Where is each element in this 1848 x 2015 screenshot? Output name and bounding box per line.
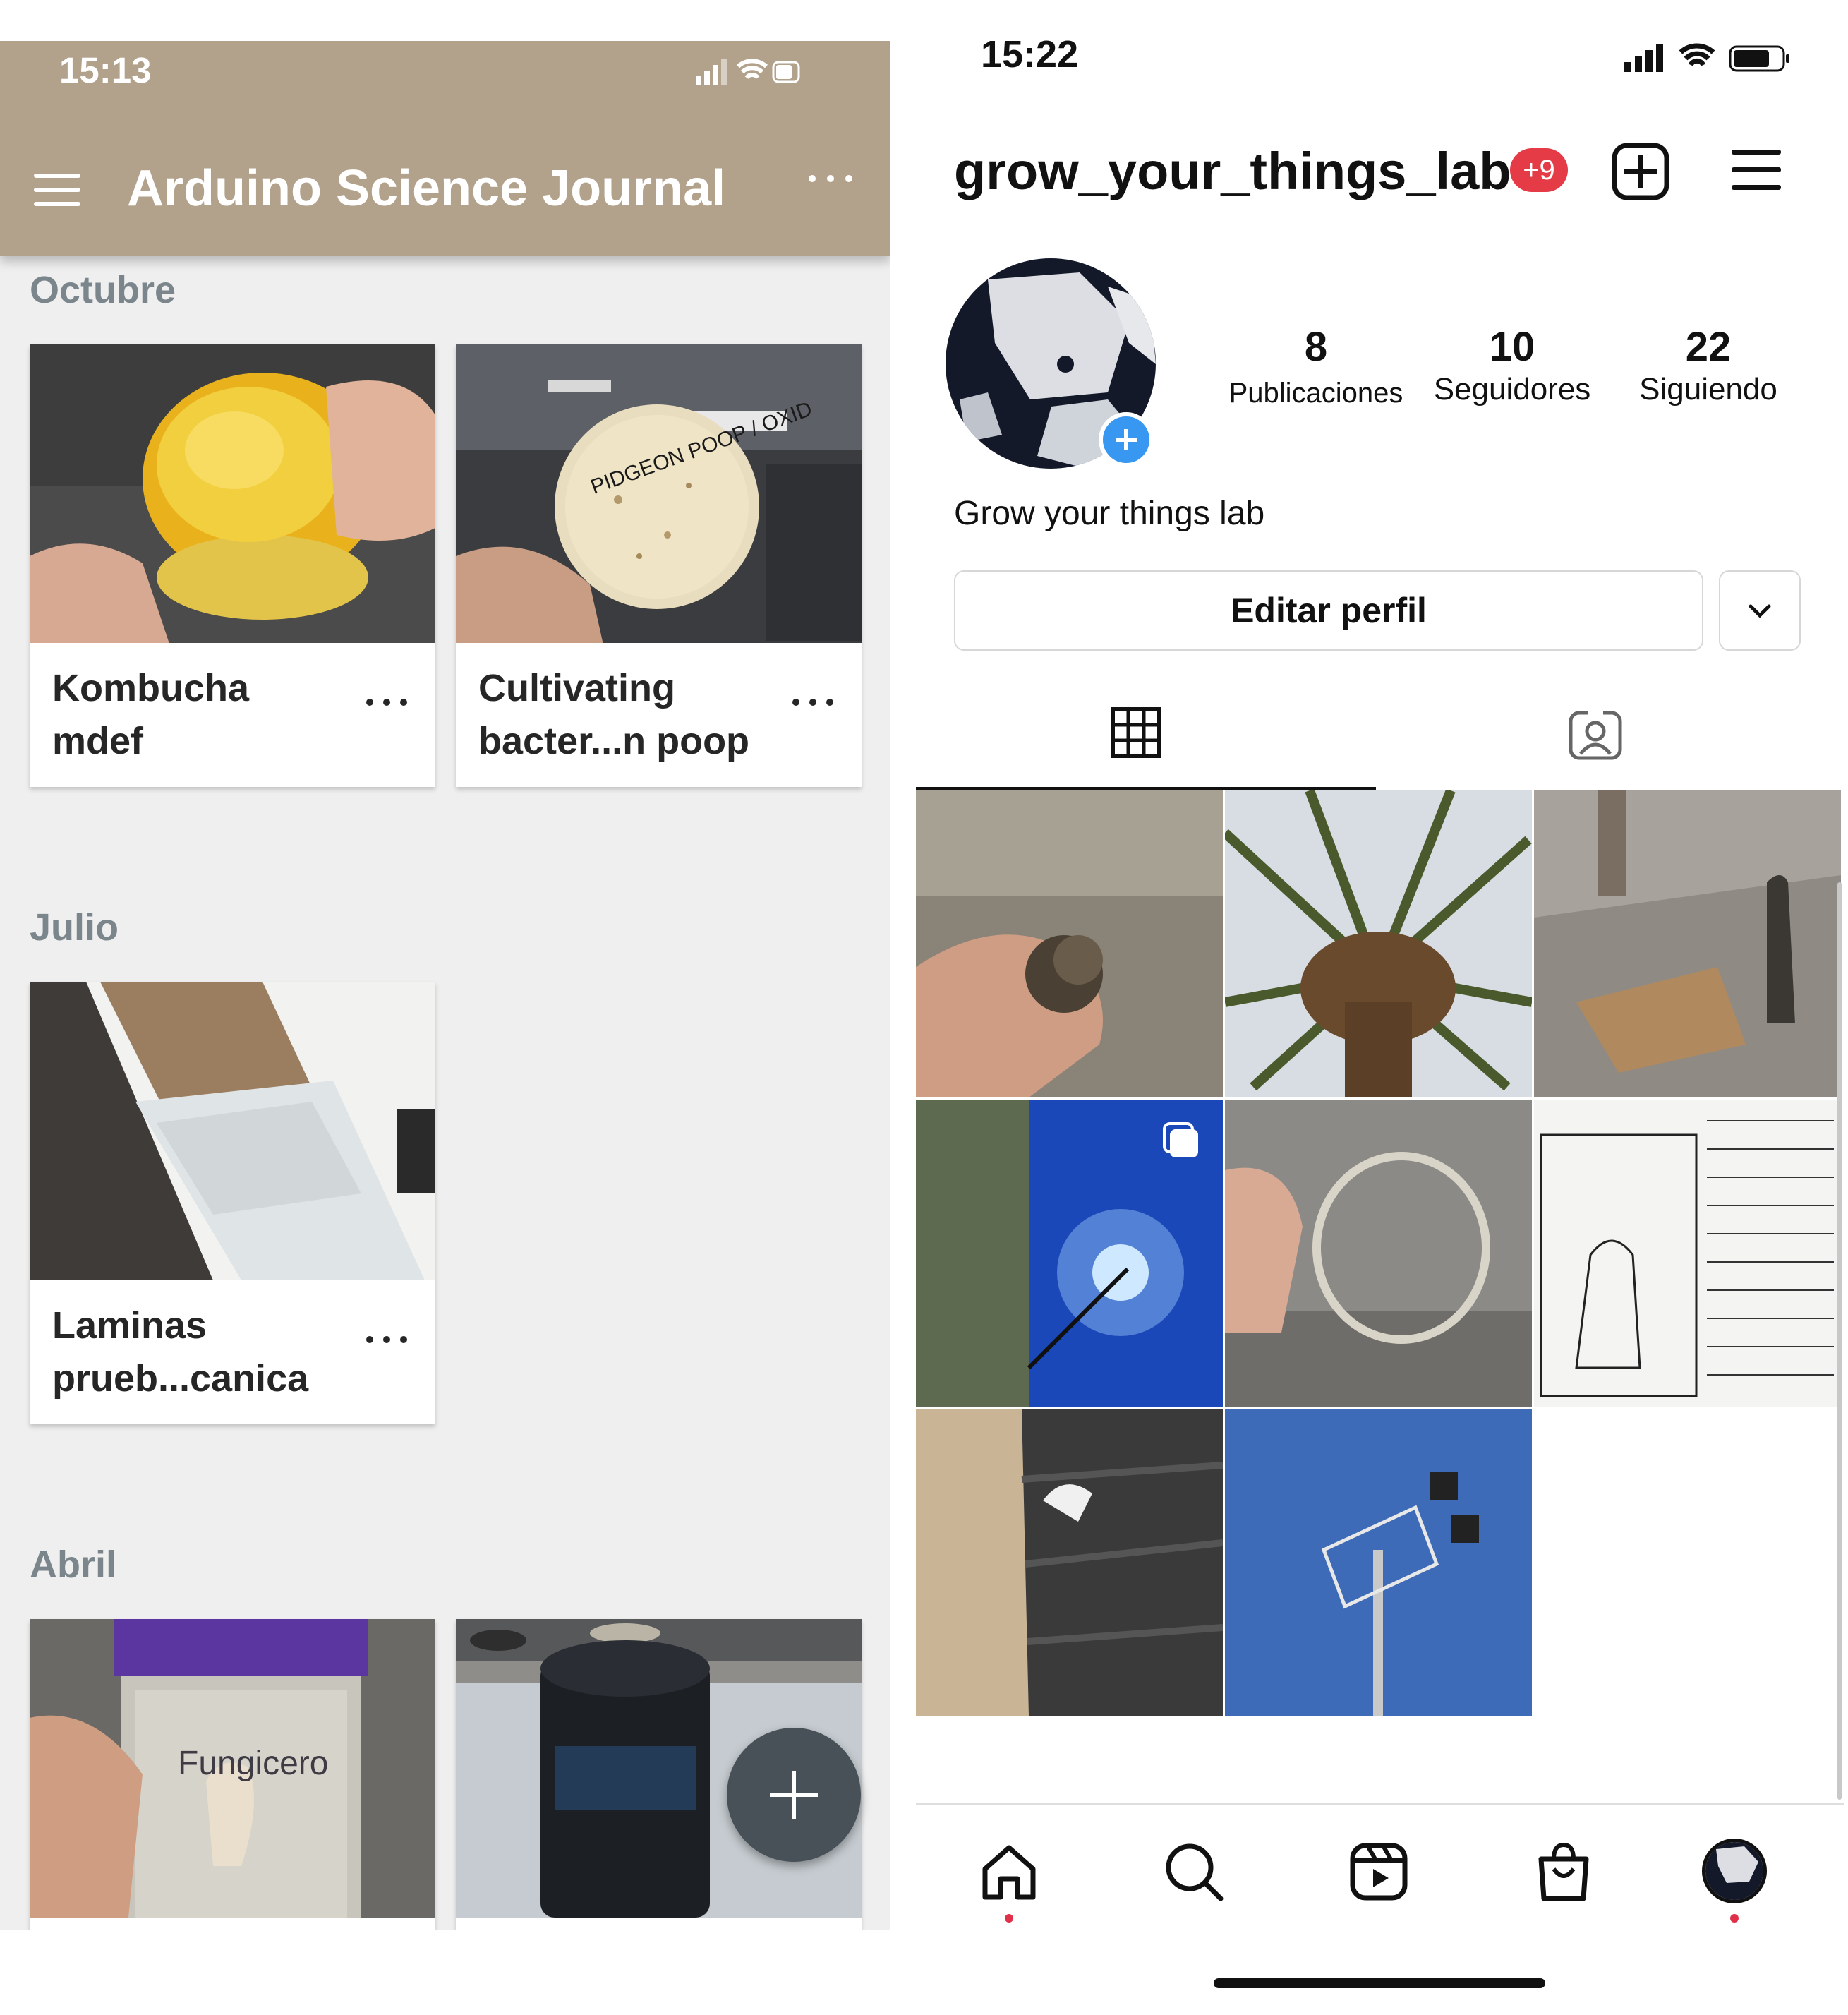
post-tile[interactable] <box>1225 1100 1532 1407</box>
post-image-leaves-street <box>1534 790 1841 1097</box>
card-title: Cultivating bacter...n poop <box>478 667 750 762</box>
post-image-palm-tree <box>1225 790 1532 1097</box>
edit-profile-button[interactable]: Editar perfil <box>954 570 1703 651</box>
post-tile[interactable] <box>916 1100 1223 1407</box>
card-more-icon[interactable] <box>366 699 409 706</box>
post-tile[interactable] <box>1534 1100 1841 1407</box>
avatar-image <box>1705 1842 1763 1900</box>
plus-icon <box>770 1771 818 1819</box>
tagged-person-icon[interactable] <box>1568 707 1623 761</box>
post-tile[interactable] <box>916 790 1223 1097</box>
post-image-sketch <box>1534 1100 1841 1407</box>
status-time: 15:22 <box>981 33 1079 76</box>
status-icons <box>1624 43 1789 72</box>
following-count[interactable]: 22 <box>1602 323 1814 371</box>
section-heading-octubre: Octubre <box>30 269 176 311</box>
laminas-thumbnail <box>30 982 435 1280</box>
petri-dish-thumbnail: PIDGEON POOP / OXID <box>456 344 862 643</box>
profile-nav-avatar[interactable] <box>1702 1839 1767 1903</box>
menu-icon[interactable] <box>1732 150 1781 191</box>
status-time: 15:13 <box>59 50 152 90</box>
app-title: Arduino Science Journal <box>127 160 726 217</box>
section-heading-abril: Abril <box>30 1544 117 1586</box>
section-heading-julio: Julio <box>30 906 119 949</box>
add-story-button[interactable] <box>1099 412 1154 467</box>
overflow-menu-icon[interactable] <box>809 175 852 188</box>
notification-badge: +9 <box>1510 148 1568 192</box>
hamburger-menu-icon[interactable] <box>34 174 80 206</box>
bottom-nav-divider <box>916 1803 1844 1805</box>
post-image-ring <box>1225 1100 1532 1407</box>
profile-notification-dot <box>1730 1914 1739 1923</box>
science-journal-screen: 15:13 Arduino Science Journal Octubre Ko… <box>0 41 890 1930</box>
post-image-hair-ball <box>916 790 1223 1097</box>
experiment-card-kombucha[interactable]: Kombucha mdef <box>30 344 435 787</box>
post-tile[interactable] <box>1534 790 1841 1097</box>
experiment-card-fungicero[interactable]: Fungicero <box>30 1619 435 1930</box>
plus-icon <box>1116 429 1137 450</box>
home-notification-dot <box>1005 1914 1013 1923</box>
profile-username[interactable]: grow_your_things_lab <box>954 141 1511 201</box>
chevron-down-icon <box>1749 604 1771 618</box>
experiment-card-laminas[interactable]: Laminas prueb...canica <box>30 982 435 1424</box>
experiment-card-cultivating-bacteria[interactable]: PIDGEON POOP / OXID Cultivating bacter..… <box>456 344 862 787</box>
profile-display-name: Grow your things lab <box>954 495 1265 532</box>
post-image-floodlight <box>1225 1409 1532 1716</box>
card-title: Laminas prueb...canica <box>52 1304 309 1400</box>
jar-label: Fungicero <box>178 1745 328 1782</box>
home-icon[interactable] <box>979 1842 1039 1901</box>
scrollbar[interactable] <box>1837 882 1842 1800</box>
search-icon[interactable] <box>1164 1842 1224 1901</box>
card-title: Kombucha mdef <box>52 667 250 762</box>
carousel-icon <box>1163 1122 1198 1157</box>
shop-icon[interactable] <box>1534 1842 1593 1901</box>
posts-count[interactable]: 8 <box>1210 323 1422 371</box>
home-indicator <box>1214 1978 1545 1988</box>
add-experiment-button[interactable] <box>727 1728 861 1862</box>
new-post-icon[interactable] <box>1612 143 1669 200</box>
followers-count[interactable]: 10 <box>1406 323 1618 371</box>
selected-tab-indicator <box>916 787 1376 790</box>
grid-icon[interactable] <box>1111 707 1161 758</box>
kombucha-thumbnail <box>30 344 435 643</box>
status-icons <box>696 59 800 85</box>
card-more-icon[interactable] <box>792 699 835 706</box>
post-image-stairs <box>916 1409 1223 1716</box>
discover-people-button[interactable] <box>1719 570 1801 651</box>
reels-icon[interactable] <box>1349 1842 1408 1901</box>
post-tile[interactable] <box>1225 1409 1532 1716</box>
card-more-icon[interactable] <box>366 1336 409 1343</box>
following-label[interactable]: Siguiendo <box>1592 372 1825 407</box>
app-bar: 15:13 Arduino Science Journal <box>0 41 890 256</box>
post-tile[interactable] <box>1225 790 1532 1097</box>
post-tile[interactable] <box>916 1409 1223 1716</box>
fungicero-thumbnail: Fungicero <box>30 1619 435 1918</box>
